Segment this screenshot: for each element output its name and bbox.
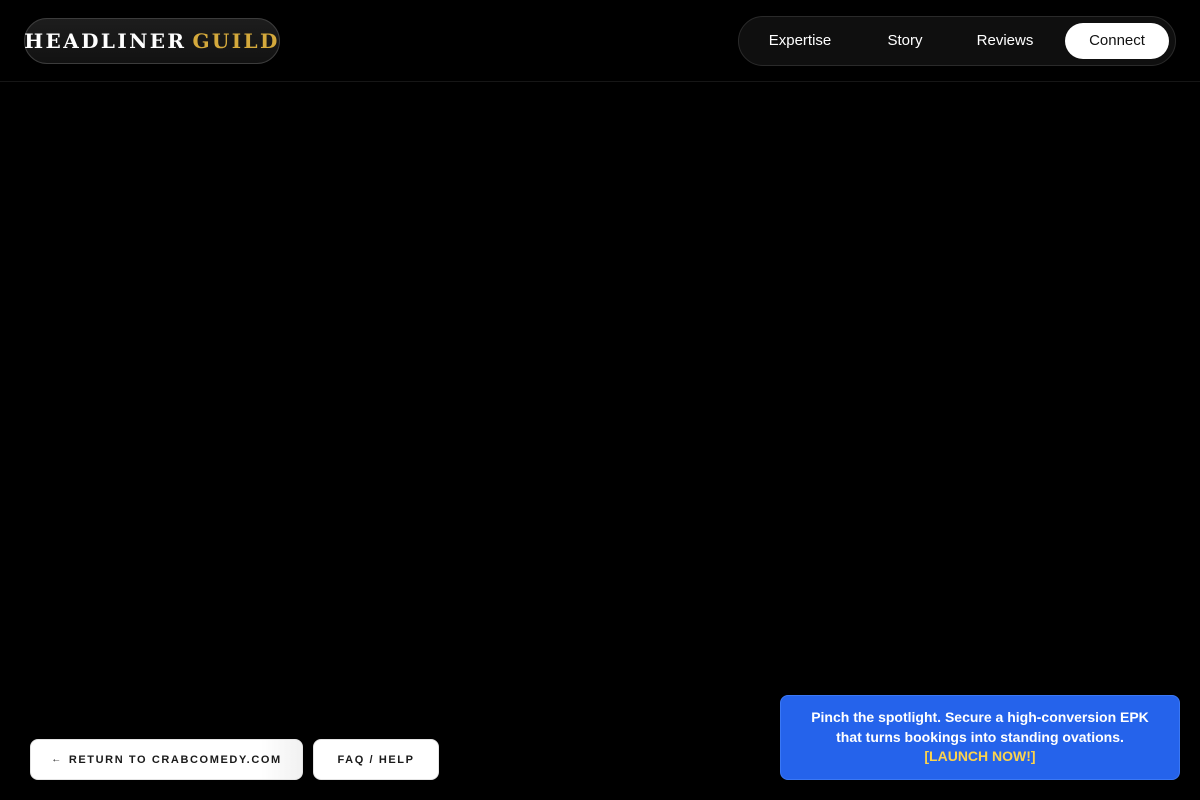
promo-banner[interactable]: Pinch the spotlight. Secure a high-conve… [780,695,1180,780]
promo-line-1: Pinch the spotlight. Secure a high-conve… [811,709,1149,725]
page: HEADLINER GUILD Expertise Story Reviews C… [0,0,1200,800]
nav-item-story[interactable]: Story [865,23,945,59]
nav-item-connect[interactable]: Connect [1065,23,1169,59]
nav-item-expertise[interactable]: Expertise [755,23,845,59]
main-nav: Expertise Story Reviews Connect [738,16,1176,66]
site-header: HEADLINER GUILD Expertise Story Reviews C… [0,0,1200,82]
arrow-left-icon: ← [51,754,63,765]
brand-name-part2: GUILD [192,29,280,53]
promo-launch-link[interactable]: [LAUNCH NOW!] [799,747,1161,767]
nav-item-reviews[interactable]: Reviews [963,23,1047,59]
return-button-label: RETURN TO CRABCOMEDY.COM [68,753,282,766]
brand-wordmark: HEADLINER GUILD [24,29,279,53]
brand-name-part1: HEADLINER [24,29,187,53]
brand-logo[interactable]: HEADLINER GUILD [24,18,280,64]
return-to-site-button[interactable]: ← RETURN TO CRABCOMEDY.COM [30,739,303,780]
faq-help-button[interactable]: FAQ / HELP [313,739,439,780]
faq-button-label: FAQ / HELP [337,753,415,766]
promo-line-2: that turns bookings into standing ovatio… [836,728,1124,745]
